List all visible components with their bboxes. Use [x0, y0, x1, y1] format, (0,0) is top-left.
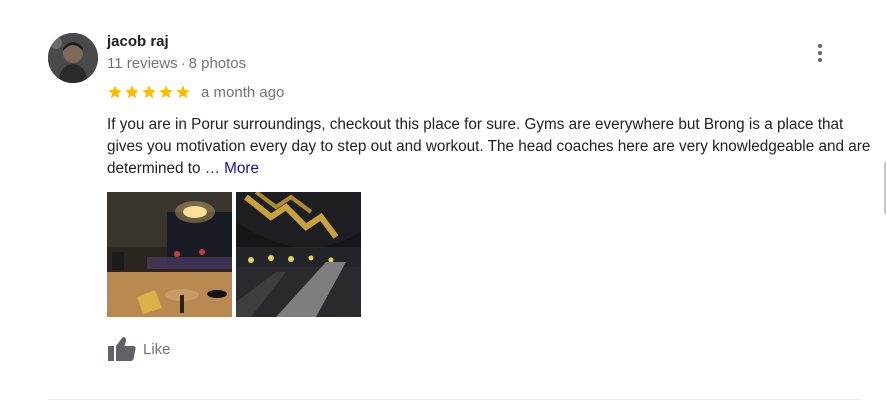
author-name[interactable]: jacob raj — [107, 33, 169, 50]
thumbs-up-icon — [108, 337, 136, 361]
like-button[interactable]: Like — [107, 335, 171, 363]
photos-count: 8 photos — [188, 55, 247, 72]
more-options-icon[interactable] — [810, 42, 830, 64]
star-icon — [108, 85, 122, 99]
like-label: Like — [143, 340, 171, 358]
gym-floor-photo[interactable] — [236, 192, 361, 317]
review-card: jacob raj 11 reviews · 8 photos a month ag… — [0, 0, 887, 405]
author-avatar[interactable] — [48, 33, 98, 83]
reviews-count: 11 reviews — [107, 55, 178, 72]
divider — [48, 399, 861, 400]
rating-row: a month ago — [107, 82, 284, 102]
author-meta: 11 reviews · 8 photos — [107, 55, 246, 72]
more-link[interactable]: More — [224, 160, 259, 177]
review-photos — [107, 192, 361, 317]
star-icon — [125, 85, 139, 99]
review-body: If you are in Porur surroundings, checko… — [107, 116, 871, 177]
gym-interior-photo[interactable] — [107, 192, 232, 317]
review-date: a month ago — [201, 83, 285, 101]
star-icon — [142, 85, 156, 99]
star-icon — [176, 85, 190, 99]
star-icon — [159, 85, 173, 99]
meta-separator: · — [180, 55, 186, 72]
review-text: If you are in Porur surroundings, checko… — [107, 114, 877, 180]
star-rating — [107, 84, 191, 100]
scrollbar[interactable] — [884, 162, 886, 214]
